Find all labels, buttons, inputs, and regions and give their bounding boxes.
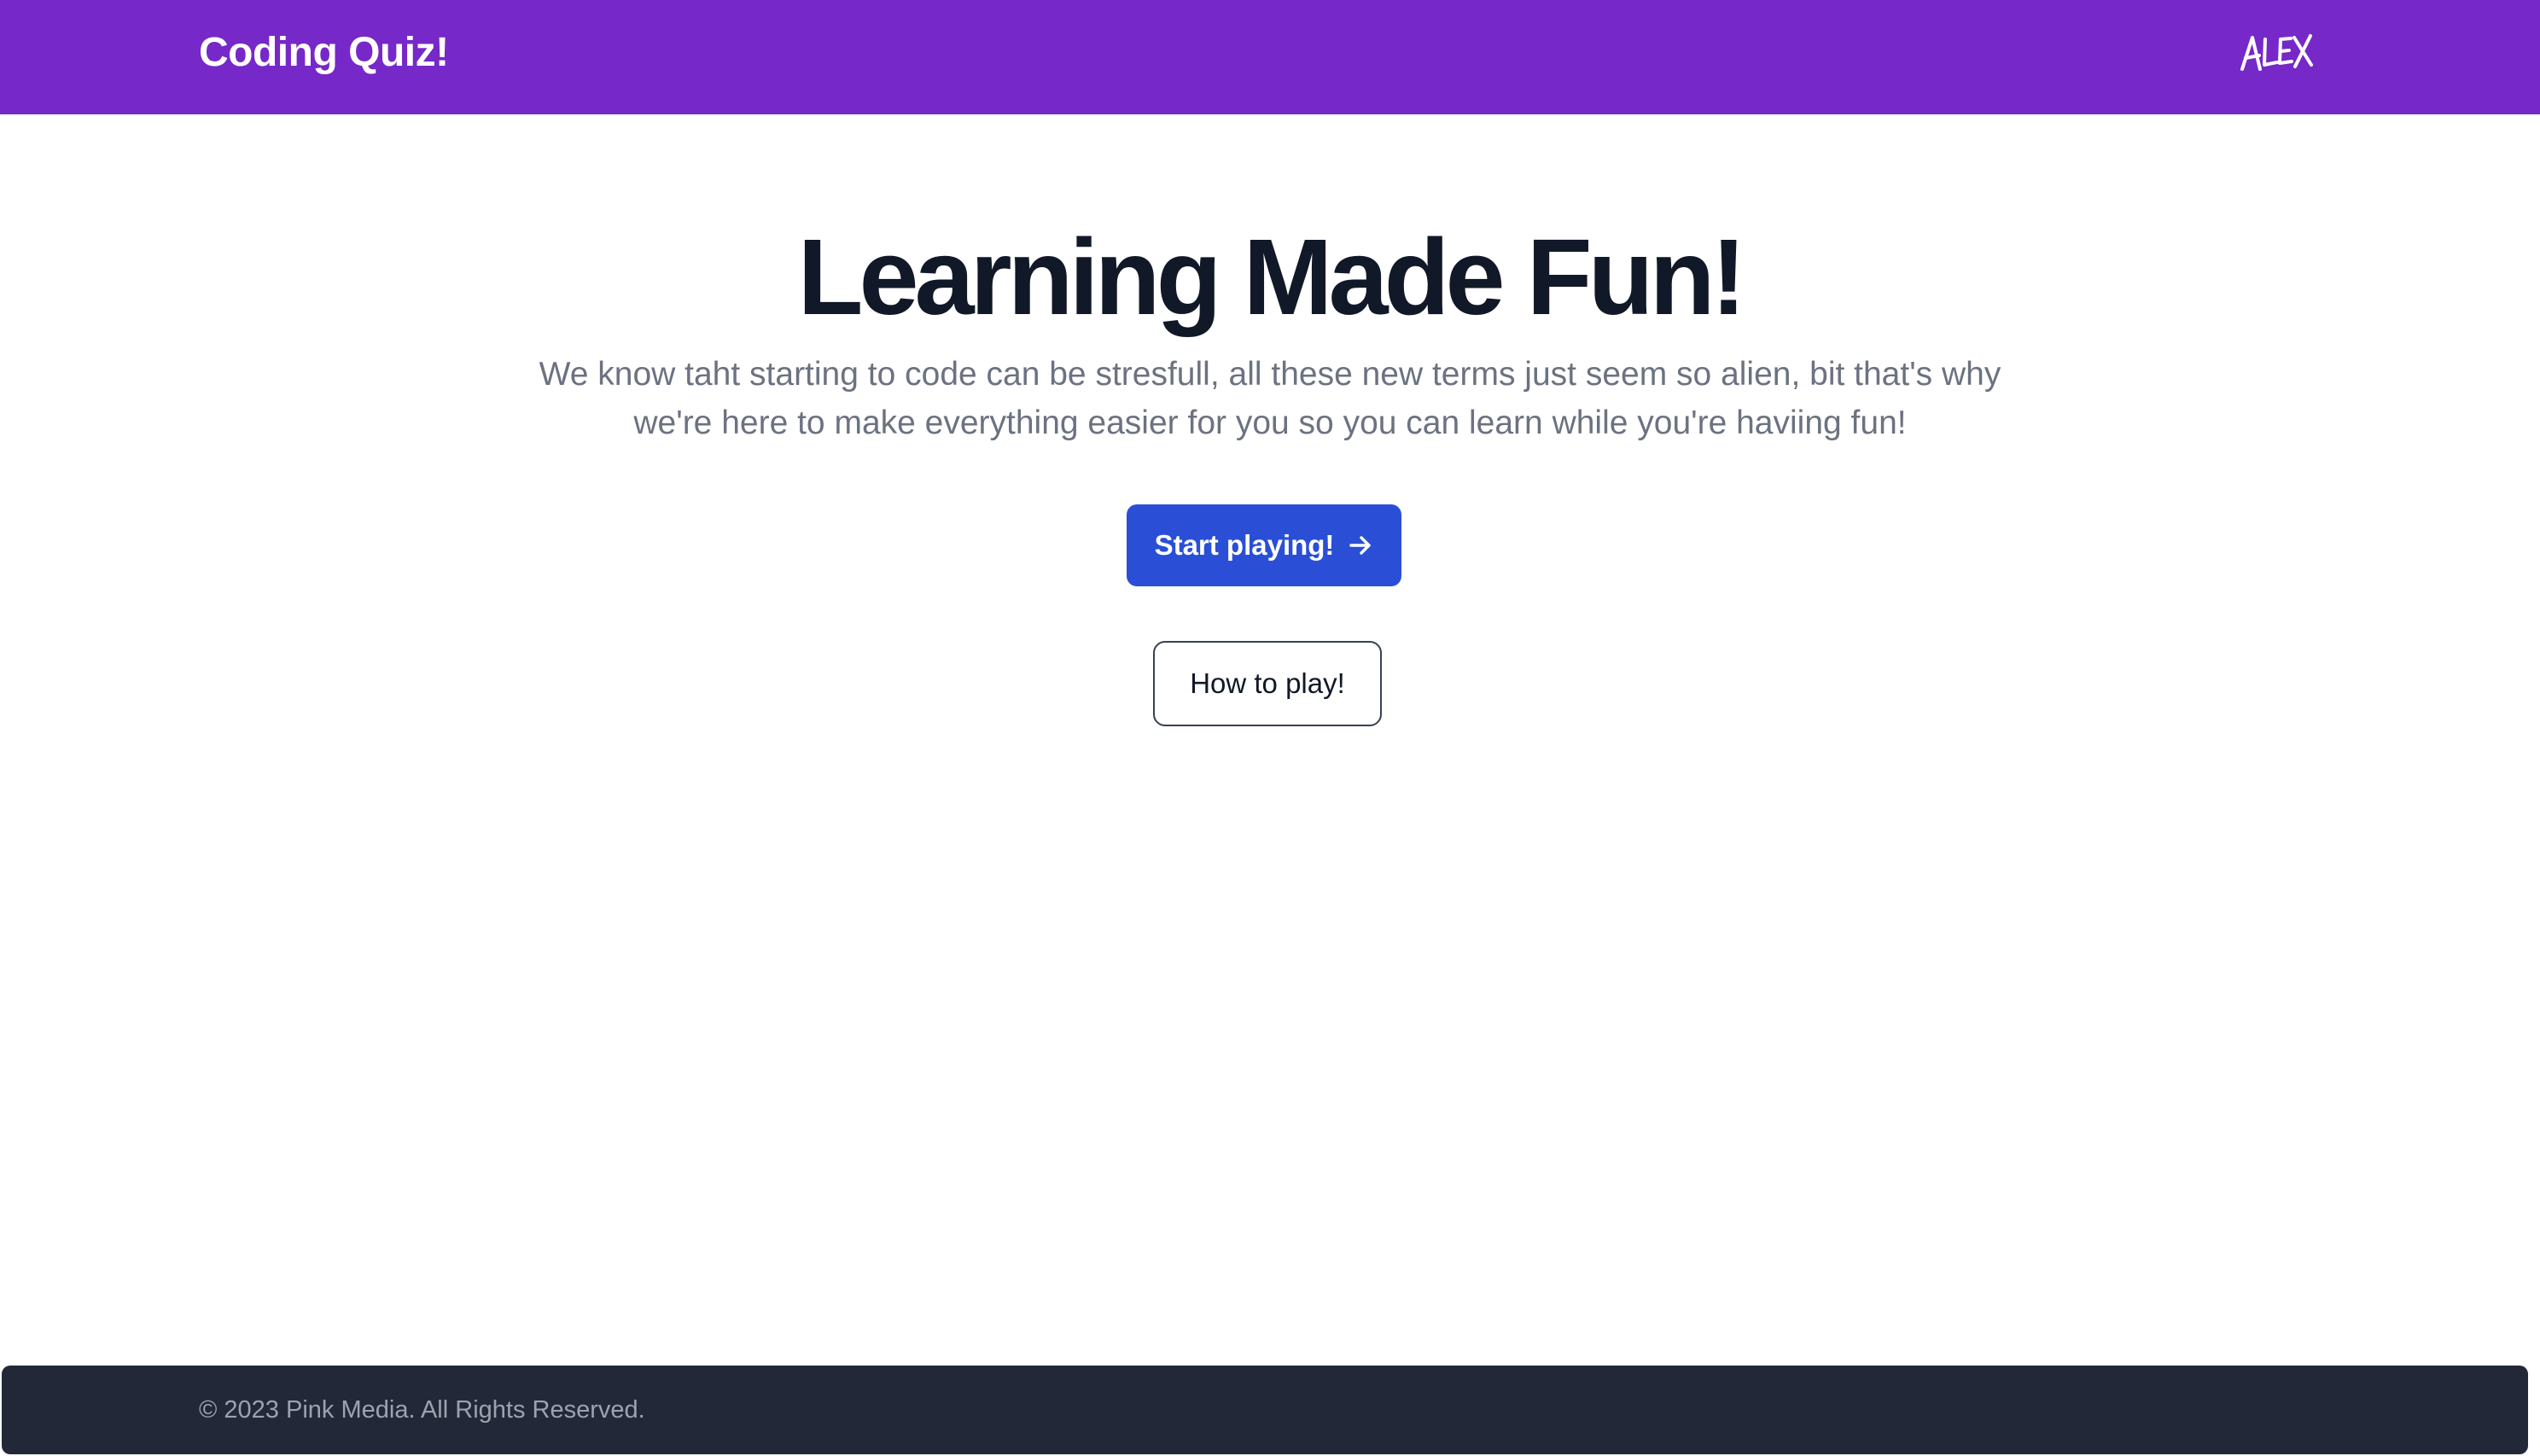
footer-copyright: © 2023 Pink Media. All Rights Reserved. xyxy=(199,1396,645,1424)
alex-logo[interactable] xyxy=(2240,31,2313,73)
arrow-right-icon xyxy=(1348,533,1373,558)
hero-description: We know taht starting to code can be str… xyxy=(539,356,2001,441)
alex-logo-icon xyxy=(2240,34,2313,71)
start-playing-button[interactable]: Start playing! xyxy=(1127,504,1401,586)
how-to-play-label: How to play! xyxy=(1190,667,1345,699)
hero-title: Learning Made Fun! xyxy=(797,217,1747,337)
site-header: Coding Quiz! xyxy=(0,0,2540,114)
start-playing-label: Start playing! xyxy=(1154,529,1335,561)
page: Coding Quiz! Learning Made Fun! We know … xyxy=(0,0,2540,1456)
how-to-play-button[interactable]: How to play! xyxy=(1153,641,1382,726)
site-footer: © 2023 Pink Media. All Rights Reserved. xyxy=(2,1366,2528,1454)
brand-link[interactable]: Coding Quiz! xyxy=(199,0,449,106)
